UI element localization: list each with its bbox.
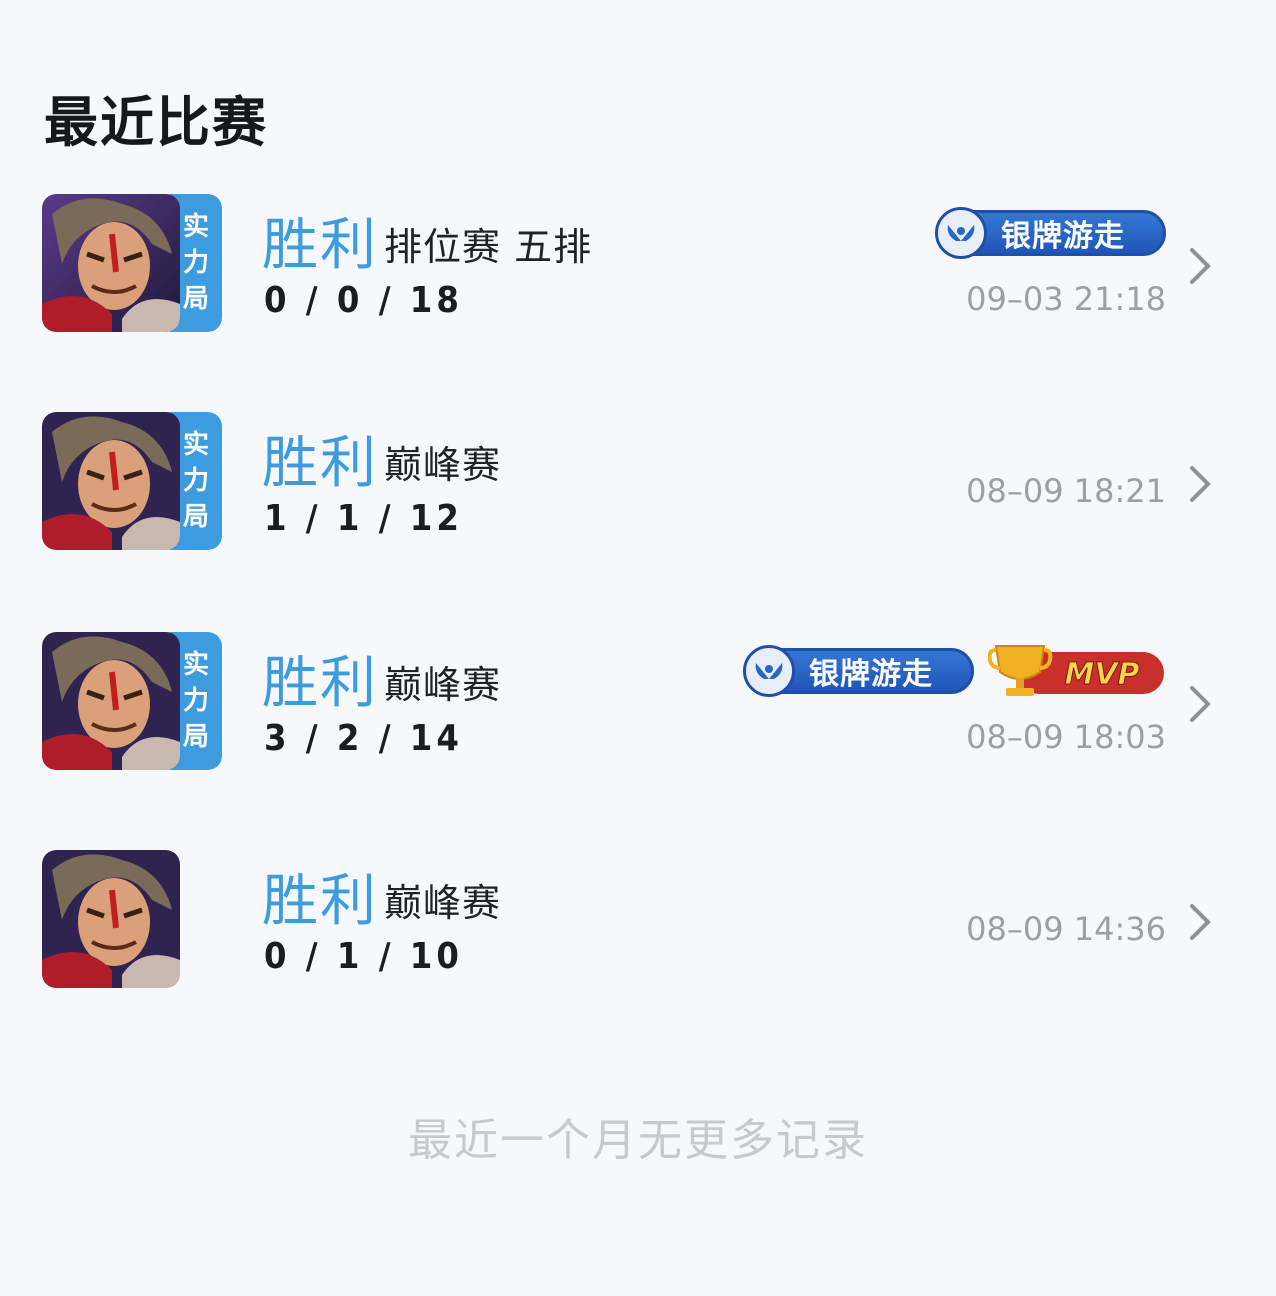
match-mode: 巅峰赛	[384, 443, 502, 487]
match-result: 胜利	[262, 213, 378, 278]
chevron-right-icon[interactable]	[1186, 464, 1214, 504]
hero-avatar-group: 实力局	[42, 632, 222, 770]
match-mode: 排位赛 五排	[384, 225, 593, 269]
hero-portrait-icon	[42, 194, 180, 332]
hero-avatar-group: 实力局	[42, 412, 222, 550]
chevron-right-icon[interactable]	[1186, 902, 1214, 942]
match-row[interactable]: 实力局 胜利 巅峰赛 1 / 1 / 12 08–09 18:21	[0, 412, 1276, 552]
match-time: 09–03 21:18	[966, 280, 1166, 318]
match-kda: 0 / 1 / 10	[264, 936, 463, 977]
silver-roam-badge: 银牌游走	[743, 645, 974, 697]
silver-wings-icon	[935, 207, 987, 259]
match-result: 胜利	[262, 869, 378, 934]
match-row[interactable]: 胜利 巅峰赛 0 / 1 / 10 08–09 14:36	[0, 850, 1276, 990]
chevron-right-icon[interactable]	[1186, 246, 1214, 286]
match-row[interactable]: 实力局 胜利 巅峰赛 3 / 2 / 14 银牌游走 MVP 08–09 18:…	[0, 632, 1276, 772]
mvp-badge: MVP	[987, 642, 1166, 696]
match-result: 胜利	[262, 651, 378, 716]
match-kda: 0 / 0 / 18	[264, 280, 463, 321]
match-time: 08–09 18:21	[966, 472, 1166, 510]
hero-portrait-icon	[42, 632, 180, 770]
match-mode: 巅峰赛	[384, 881, 502, 925]
page-title: 最近比赛	[44, 91, 268, 154]
hero-avatar-group: 实力局	[42, 194, 222, 332]
match-row[interactable]: 实力局 胜利 排位赛 五排 0 / 0 / 18 银牌游走 09–03 21:1…	[0, 194, 1276, 334]
no-more-records-text: 最近一个月无更多记录	[408, 1115, 868, 1166]
match-mode: 巅峰赛	[384, 663, 502, 707]
hero-portrait-icon	[42, 850, 180, 988]
svg-text:MVP: MVP	[1064, 657, 1139, 692]
silver-roam-badge: 银牌游走	[935, 207, 1166, 259]
hero-portrait-icon	[42, 412, 180, 550]
hero-avatar-group	[42, 850, 180, 988]
match-time: 08–09 14:36	[966, 910, 1166, 948]
match-kda: 3 / 2 / 14	[264, 718, 463, 759]
silver-wings-icon	[743, 645, 795, 697]
match-result: 胜利	[262, 431, 378, 496]
match-kda: 1 / 1 / 12	[264, 498, 463, 539]
match-time: 08–09 18:03	[966, 718, 1166, 756]
chevron-right-icon[interactable]	[1186, 684, 1214, 724]
